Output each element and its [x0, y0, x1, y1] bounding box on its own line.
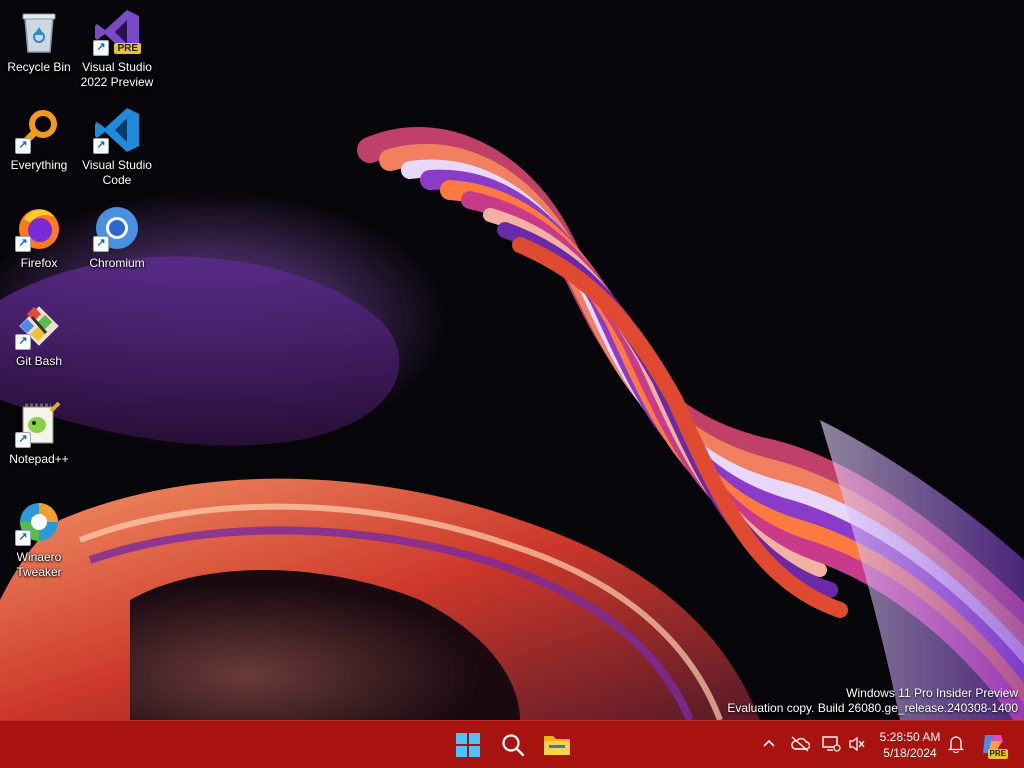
- desktop-icon-label: Firefox: [20, 256, 58, 270]
- visual-studio-preview-icon: PRE ↗: [93, 8, 141, 56]
- desktop-icon-label: Git Bash: [15, 354, 63, 368]
- shortcut-arrow-icon: ↗: [15, 236, 31, 252]
- vscode-icon: ↗: [93, 106, 141, 154]
- recycle-bin-icon: [15, 8, 63, 56]
- shortcut-arrow-icon: ↗: [93, 40, 109, 56]
- git-bash-icon: ↗: [15, 302, 63, 350]
- desktop-icon-label: Visual Studio 2022 Preview: [80, 60, 154, 89]
- desktop-icon-label: Winaero Tweaker: [16, 550, 62, 579]
- desktop-icon-winaero-tweaker[interactable]: ↗ Winaero Tweaker: [1, 498, 77, 580]
- firefox-icon: ↗: [15, 204, 63, 252]
- taskbar: 5:28:50 AM 5/18/2024 PRE: [0, 720, 1024, 768]
- folder-icon: [544, 736, 570, 755]
- winaero-tweaker-icon: ↗: [15, 498, 63, 546]
- desktop-icon-visual-studio-2022-preview[interactable]: PRE ↗ Visual Studio 2022 Preview: [79, 8, 155, 90]
- desktop-icon-label: Recycle Bin: [7, 60, 71, 74]
- network-icon[interactable]: [820, 733, 842, 755]
- copilot-icon[interactable]: PRE: [980, 731, 1008, 759]
- volume-muted-icon[interactable]: [846, 733, 868, 755]
- desktop-icon-firefox[interactable]: ↗ Firefox: [1, 204, 77, 271]
- chromium-icon: ↗: [93, 204, 141, 252]
- desktop-icon-visual-studio-code[interactable]: ↗ Visual Studio Code: [79, 106, 155, 188]
- file-explorer-button[interactable]: [537, 725, 577, 765]
- desktop-icon-git-bash[interactable]: ↗ Git Bash: [1, 302, 77, 369]
- bell-icon[interactable]: [945, 733, 967, 755]
- shortcut-arrow-icon: ↗: [15, 530, 31, 546]
- desktop-icon-label: Visual Studio Code: [82, 158, 152, 187]
- windows-logo-icon: [456, 733, 480, 757]
- watermark-build: Evaluation copy. Build 26080.ge_release.…: [727, 701, 1018, 715]
- system-clock[interactable]: 5:28:50 AM 5/18/2024: [872, 729, 948, 761]
- desktop-icon-label: Notepad++: [9, 452, 69, 466]
- start-button[interactable]: [448, 725, 488, 765]
- copilot-preview-badge: PRE: [987, 749, 1008, 759]
- search-icon: [502, 734, 525, 757]
- evaluation-watermark: Windows 11 Pro Insider Preview Evaluatio…: [727, 686, 1018, 716]
- shortcut-arrow-icon: ↗: [93, 236, 109, 252]
- clock-time: 5:28:50 AM: [879, 730, 941, 744]
- desktop-icon-everything[interactable]: ↗ Everything: [1, 106, 77, 173]
- search-button[interactable]: [493, 725, 533, 765]
- preview-badge: PRE: [114, 43, 141, 54]
- notepadpp-icon: ↗: [15, 400, 63, 448]
- shortcut-arrow-icon: ↗: [15, 432, 31, 448]
- shortcut-arrow-icon: ↗: [93, 138, 109, 154]
- shortcut-arrow-icon: ↗: [15, 138, 31, 154]
- everything-search-icon: ↗: [15, 106, 63, 154]
- desktop-icon-chromium[interactable]: ↗ Chromium: [79, 204, 155, 271]
- desktop-icon-label: Chromium: [89, 256, 145, 270]
- desktop-icon-notepadpp[interactable]: ↗ Notepad++: [1, 400, 77, 467]
- desktop-icon-label: Everything: [10, 158, 68, 172]
- clock-date: 5/18/2024: [883, 746, 937, 760]
- desktop-icon-recycle-bin[interactable]: Recycle Bin: [1, 8, 77, 75]
- watermark-edition: Windows 11 Pro Insider Preview: [846, 686, 1018, 700]
- shortcut-arrow-icon: ↗: [15, 334, 31, 350]
- onedrive-offline-icon[interactable]: [789, 733, 811, 755]
- chevron-up-icon[interactable]: [758, 733, 780, 755]
